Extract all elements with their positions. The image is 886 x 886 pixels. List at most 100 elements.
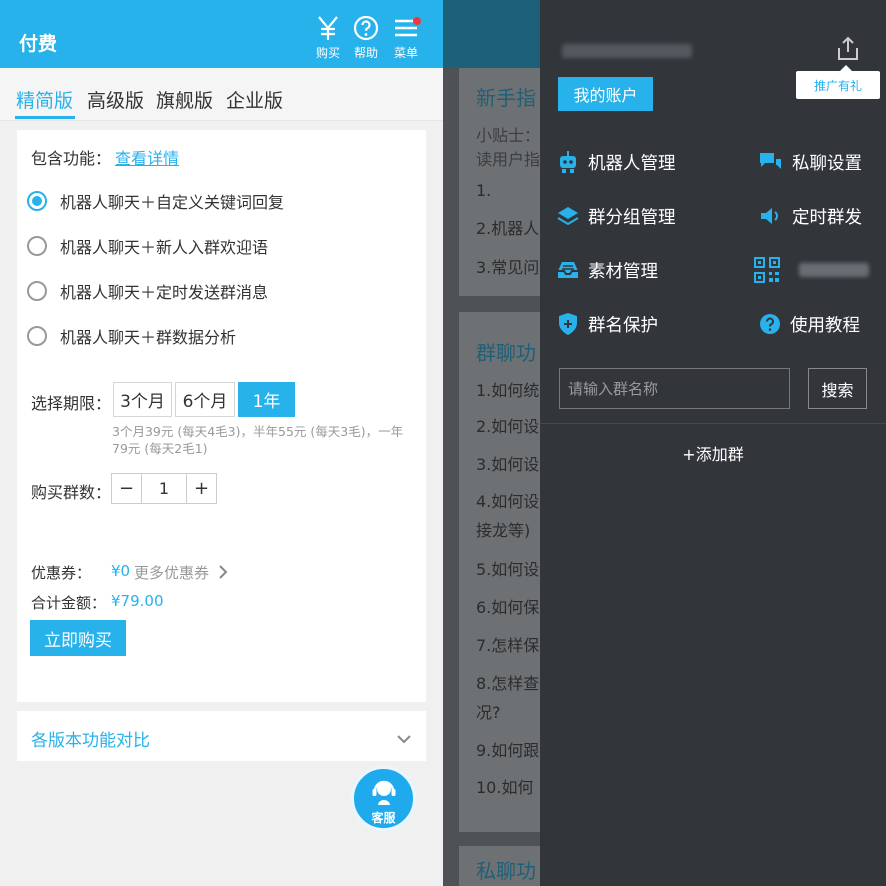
menu-nav-button[interactable]: 菜单 xyxy=(386,14,426,61)
menu-item-materials[interactable]: 素材管理 xyxy=(557,257,658,283)
dimmed-text: 6.如何保 xyxy=(476,598,540,617)
buy-nav-button[interactable]: 购买 xyxy=(308,14,348,61)
promo-tooltip[interactable]: 推广有礼 xyxy=(796,65,880,99)
help-nav-button[interactable]: 帮助 xyxy=(346,14,386,61)
dimmed-text: 9.如何跟 xyxy=(476,741,540,760)
feature-option-label: 机器人聊天＋自定义关键词回复 xyxy=(60,193,285,212)
dimmed-heading: 群聊功 xyxy=(476,341,536,365)
menu-item-tutorial[interactable]: 使用教程 xyxy=(759,311,860,337)
menu-item-group-management[interactable]: 群分组管理 xyxy=(557,203,676,229)
chevron-down-icon xyxy=(396,729,412,748)
dimmed-text: 5.如何设 xyxy=(476,560,540,579)
menu-item-qr-code[interactable] xyxy=(754,257,869,283)
menu-nav-label: 菜单 xyxy=(393,46,418,60)
more-coupons-link[interactable]: 更多优惠券 xyxy=(134,562,209,583)
edition-tabs: 精简版 高级版 旗舰版 企业版 xyxy=(0,68,443,121)
dimmed-text: 8.怎样查 xyxy=(476,674,540,693)
feature-option-label: 机器人聊天＋群数据分析 xyxy=(60,328,237,347)
shield-icon xyxy=(559,313,577,335)
add-group-button[interactable]: +添加群 xyxy=(540,441,886,465)
chevron-right-icon[interactable] xyxy=(218,564,228,584)
total-label: 合计金额： xyxy=(31,594,107,612)
speaker-icon xyxy=(761,208,778,224)
blurred-username xyxy=(562,44,692,58)
buy-now-button[interactable]: 立即购买 xyxy=(30,620,126,656)
dimmed-text: 读用户指 xyxy=(476,150,541,169)
dimmed-text: 小贴士： xyxy=(476,126,541,145)
inbox-icon xyxy=(558,262,578,278)
radio[interactable] xyxy=(27,236,47,256)
period-1-year-button[interactable]: 1年 xyxy=(238,382,295,417)
tab-basic[interactable]: 精简版 xyxy=(16,86,73,113)
blurred-menu-label xyxy=(799,263,869,277)
menu-item-robot-management[interactable]: 机器人管理 xyxy=(557,149,676,175)
buy-nav-label: 购买 xyxy=(315,46,340,60)
chat-bubbles-icon xyxy=(760,153,781,169)
robot-icon xyxy=(560,151,576,173)
menu-item-label: 群名保护 xyxy=(588,315,658,336)
dimmed-text: 4.如何设 xyxy=(476,492,540,511)
period-6-months-button[interactable]: 6个月 xyxy=(175,382,235,417)
side-drawer-menu: 推广有礼 我的账户 机器人管理 私聊设置 群分组管理 定时群发 素材管理 群名保… xyxy=(540,0,886,886)
customer-service-button[interactable]: 客服 xyxy=(351,766,416,831)
feature-option[interactable]: 机器人聊天＋群数据分析 xyxy=(27,324,236,348)
menu-item-scheduled-broadcast[interactable]: 定时群发 xyxy=(759,203,862,229)
radio[interactable] xyxy=(27,281,47,301)
quantity-label: 购买群数： xyxy=(31,483,112,502)
dimmed-text: 10.如何 xyxy=(476,778,534,797)
dimmed-text: 3.常见问 xyxy=(476,258,540,277)
dimmed-text: 2.机器人 xyxy=(476,219,540,238)
headset-icon xyxy=(372,777,396,811)
feature-option[interactable]: 机器人聊天＋自定义关键词回复 xyxy=(27,189,284,213)
payment-page: 付费 购买 帮助 菜单 精简版 高级版 旗舰版 企业版 包含功能： 查看详情 机… xyxy=(0,0,443,886)
page-title: 付费 xyxy=(19,33,58,55)
dimmed-text: 接龙等) xyxy=(476,521,531,540)
period-3-months-button[interactable]: 3个月 xyxy=(113,382,172,417)
menu-item-group-name-protection[interactable]: 群名保护 xyxy=(557,311,658,337)
group-name-search-input[interactable] xyxy=(559,368,790,409)
menu-item-label: 机器人管理 xyxy=(588,153,676,174)
dimmed-text: 1. xyxy=(476,181,492,200)
quantity-stepper: − 1 + xyxy=(111,473,217,504)
features-label: 包含功能： xyxy=(31,149,112,168)
share-icon[interactable] xyxy=(836,36,860,66)
my-account-button[interactable]: 我的账户 xyxy=(558,77,653,111)
feature-option-label: 机器人聊天＋定时发送群消息 xyxy=(60,283,269,302)
menu-item-label: 群分组管理 xyxy=(588,207,676,228)
dimmed-heading: 私聊功 xyxy=(476,859,536,883)
decrement-button[interactable]: − xyxy=(112,474,141,503)
plan-card: 包含功能： 查看详情 机器人聊天＋自定义关键词回复 机器人聊天＋新人入群欢迎语 … xyxy=(17,130,426,702)
tab-enterprise[interactable]: 企业版 xyxy=(226,86,283,113)
active-tab-indicator xyxy=(15,116,75,119)
quantity-value[interactable]: 1 xyxy=(141,474,187,503)
coupon-value: ¥0 xyxy=(111,562,131,580)
increment-button[interactable]: + xyxy=(187,474,216,503)
qr-code-icon xyxy=(754,257,780,283)
radio-selected[interactable] xyxy=(27,191,47,211)
search-button[interactable]: 搜索 xyxy=(808,368,867,409)
feature-option[interactable]: 机器人聊天＋定时发送群消息 xyxy=(27,279,268,303)
layers-icon xyxy=(557,207,579,226)
customer-service-label: 客服 xyxy=(371,811,396,825)
feature-option[interactable]: 机器人聊天＋新人入群欢迎语 xyxy=(27,234,268,258)
help-nav-label: 帮助 xyxy=(353,46,378,60)
dimmed-text: 7.怎样保 xyxy=(476,636,540,655)
menu-item-private-chat-settings[interactable]: 私聊设置 xyxy=(759,149,862,175)
help-icon xyxy=(760,314,780,334)
menu-item-label: 私聊设置 xyxy=(792,153,862,174)
dimmed-text: 况? xyxy=(476,703,501,722)
tab-flagship[interactable]: 旗舰版 xyxy=(156,86,213,113)
tab-advanced[interactable]: 高级版 xyxy=(87,86,144,113)
total-value: ¥79.00 xyxy=(111,592,164,610)
coupon-label: 优惠券： xyxy=(31,564,92,582)
compare-versions-label: 各版本功能对比 xyxy=(31,731,150,751)
dimmed-text: 1.如何统 xyxy=(476,381,540,400)
period-label: 选择期限： xyxy=(31,394,112,413)
compare-versions-row[interactable]: 各版本功能对比 xyxy=(17,711,426,761)
view-details-link[interactable]: 查看详情 xyxy=(115,145,179,169)
yen-icon xyxy=(308,14,348,42)
divider xyxy=(540,423,886,424)
radio[interactable] xyxy=(27,326,47,346)
notification-dot xyxy=(413,17,421,25)
dimmed-heading: 新手指 xyxy=(476,86,536,110)
